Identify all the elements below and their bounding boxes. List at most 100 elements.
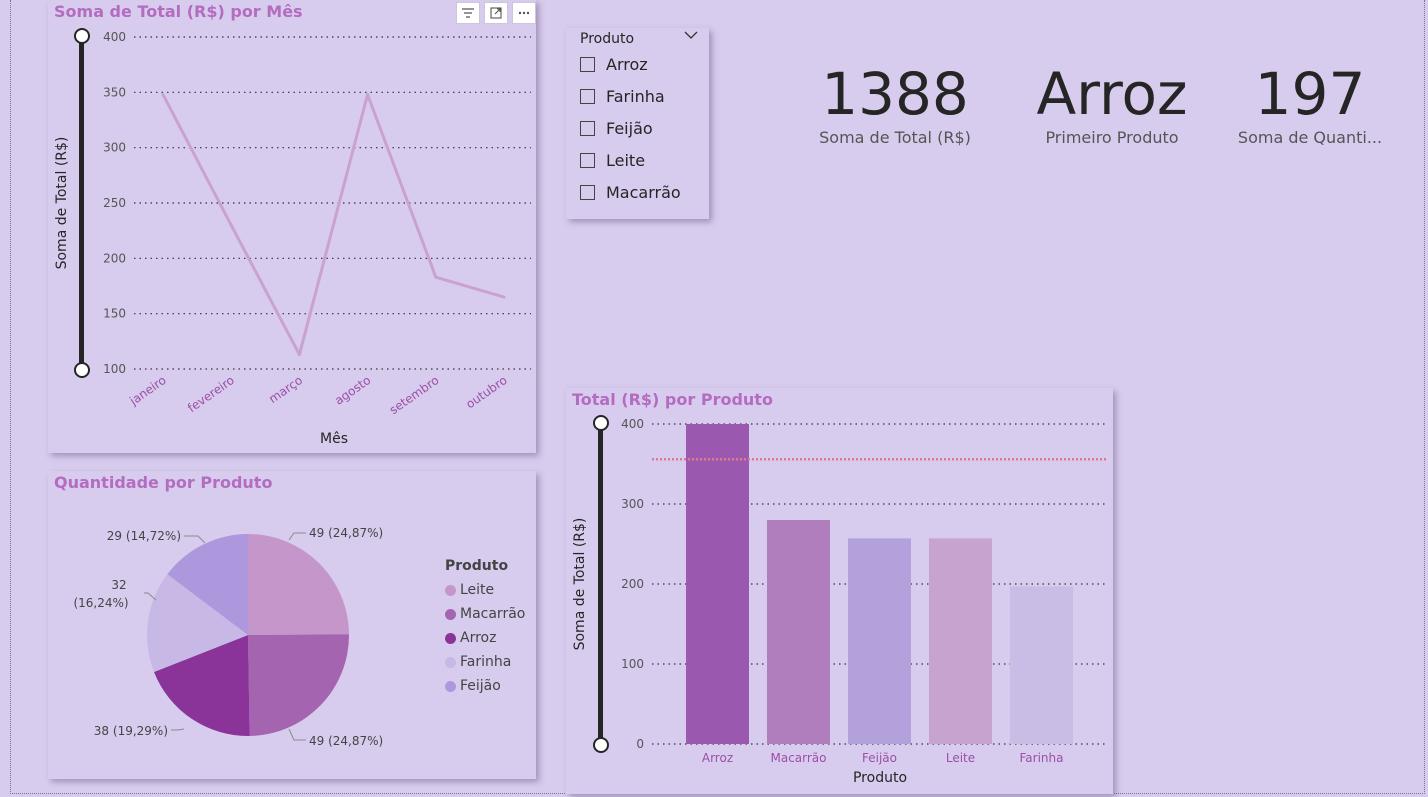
data-label: 29 (14,72%)	[107, 529, 181, 543]
y-tick-label: 300	[103, 141, 126, 155]
y-tick-label: 0	[636, 737, 644, 751]
kpi-value: 197	[1254, 60, 1366, 128]
data-point	[297, 353, 301, 357]
x-axis-title: Mês	[320, 431, 348, 447]
slicer-item-feijao[interactable]: Feijão	[580, 116, 653, 140]
x-tick-label: outubro	[463, 373, 509, 411]
kpi-label: Soma de Total (R$)	[819, 128, 971, 147]
kpi-card-quantidade[interactable]: 197 Soma de Quanti...	[1215, 64, 1405, 147]
legend-swatch	[445, 608, 456, 620]
y-tick-label: 250	[103, 196, 126, 210]
slicer-item-macarrao[interactable]: Macarrão	[580, 180, 681, 204]
y-tick-label: 200	[621, 577, 644, 591]
legend-label: Feijão	[460, 678, 501, 694]
y-tick-label: 400	[621, 417, 644, 431]
checkbox[interactable]	[580, 88, 595, 104]
slicer-header[interactable]: Produto	[580, 28, 698, 48]
data-point	[366, 93, 370, 97]
leader-line	[288, 728, 306, 741]
legend-label: Arroz	[460, 630, 497, 646]
legend-label: Macarrão	[460, 606, 526, 622]
legend-item-farinha[interactable]: Farinha	[445, 654, 525, 670]
kpi-card-total[interactable]: 1388 Soma de Total (R$)	[800, 64, 990, 147]
bar-chart-card[interactable]: Total (R$) por Produto 400 300 200 100 0 Arro…	[566, 388, 1113, 794]
legend-item-arroz[interactable]: Arroz	[445, 630, 525, 646]
legend-item-leite[interactable]: Leite	[445, 582, 525, 598]
pie-chart-card[interactable]: Quantidade por Produto 49 (24,87%) 49 (24…	[48, 471, 536, 779]
slicer-item-label: Leite	[606, 150, 646, 170]
slicer-item-label: Arroz	[606, 54, 648, 74]
x-tick-label: Macarrão	[770, 751, 826, 765]
kpi-label: Primeiro Produto	[1045, 128, 1179, 147]
slicer-title: Produto	[580, 31, 635, 47]
y-tick-label: 100	[621, 657, 644, 671]
x-tick-label: setembro	[387, 373, 442, 417]
chevron-down-icon[interactable]	[684, 28, 698, 43]
leader-line	[171, 728, 185, 731]
y-tick-label: 200	[103, 251, 126, 265]
legend-swatch	[445, 632, 456, 644]
kpi-card-primeiro-produto[interactable]: Arroz Primeiro Produto	[1017, 64, 1207, 147]
slicer-item-label: Macarrão	[606, 182, 681, 202]
series-line	[161, 93, 505, 357]
x-tick-label: agosto	[332, 373, 373, 408]
line-chart-card[interactable]: Soma de Total (R$) por Mês 400 350 300 250 2…	[48, 0, 536, 453]
data-point	[502, 295, 506, 299]
slicer-item-leite[interactable]: Leite	[580, 148, 645, 172]
y-tick-label: 400	[103, 30, 126, 44]
legend-label: Leite	[460, 582, 495, 598]
slicer-item-farinha[interactable]: Farinha	[580, 84, 665, 108]
y-tick-label: 350	[103, 85, 126, 99]
x-tick-label: Farinha	[1020, 751, 1064, 765]
kpi-label: Soma de Quanti...	[1237, 128, 1383, 147]
data-point	[229, 223, 233, 227]
kpi-value: 1388	[821, 60, 969, 128]
x-tick-label: Leite	[946, 751, 975, 765]
legend-title: Produto	[445, 558, 509, 574]
legend-swatch	[445, 656, 456, 668]
pie-legend: Produto Leite Macarrão Arroz Farinha Fei…	[445, 558, 525, 694]
data-label: (16,24%)	[73, 596, 128, 610]
slicer-item-arroz[interactable]: Arroz	[580, 52, 648, 76]
x-axis-title: Produto	[853, 770, 907, 786]
x-tick-label: março	[266, 373, 305, 406]
bar-chart-plot: 400 300 200 100 0 Arroz Macarrão Feijão Leite Far…	[572, 417, 1108, 786]
x-tick-label: Feijão	[862, 751, 897, 765]
legend-swatch	[445, 584, 456, 596]
pie-slice	[248, 634, 349, 736]
pie-slice	[248, 534, 349, 635]
data-label: 32	[111, 578, 126, 592]
bar	[686, 424, 749, 744]
data-point	[434, 275, 438, 279]
y-axis-title: Soma de Total (R$)	[54, 137, 70, 270]
slicer-item-label: Feijão	[606, 118, 653, 138]
bar	[848, 538, 911, 744]
x-tick-label: fevereiro	[185, 373, 237, 415]
legend-item-feijao[interactable]: Feijão	[445, 678, 525, 694]
pie-chart-plot: 49 (24,87%) 49 (24,87%) 38 (19,29%) 32 (16,2…	[73, 526, 383, 748]
leader-line	[184, 535, 206, 544]
leader-line	[144, 592, 157, 601]
bar	[1010, 586, 1073, 744]
line-chart-plot: 400 350 300 250 200 150 100janeiro fevereiro mar…	[54, 30, 531, 447]
leader-line	[288, 532, 306, 541]
y-tick-label: 150	[103, 307, 126, 321]
data-label: 38 (19,29%)	[94, 724, 168, 738]
y-tick-label: 100	[103, 362, 126, 376]
checkbox[interactable]	[580, 120, 595, 136]
bar	[929, 538, 992, 744]
legend-swatch	[445, 680, 456, 692]
x-tick-label: Arroz	[702, 751, 733, 765]
checkbox[interactable]	[580, 56, 595, 72]
x-tick-label: janeiro	[126, 373, 168, 409]
y-axis-title: Soma de Total (R$)	[572, 518, 588, 651]
produto-slicer[interactable]: Produto Arroz Farinha Feijão Leite Macar…	[566, 28, 709, 219]
data-point	[161, 93, 165, 97]
data-label: 49 (24,87%)	[309, 526, 383, 540]
legend-label: Farinha	[460, 654, 512, 670]
bar	[767, 520, 830, 744]
data-label: 49 (24,87%)	[309, 734, 383, 748]
checkbox[interactable]	[580, 184, 595, 200]
legend-item-macarrao[interactable]: Macarrão	[445, 606, 525, 622]
checkbox[interactable]	[580, 152, 595, 168]
